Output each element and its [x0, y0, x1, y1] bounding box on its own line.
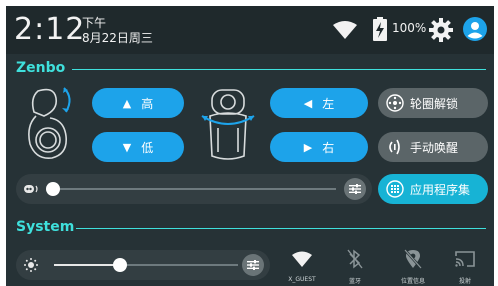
tile-bluetooth-label: 蓝牙: [348, 278, 361, 285]
volume-adjust-button[interactable]: [344, 178, 366, 200]
brightness-fill: [54, 264, 120, 266]
triangle-right-icon: ▶: [303, 140, 313, 154]
unlock-wheel-button[interactable]: 轮圈解锁: [378, 88, 488, 118]
volume-thumb[interactable]: [46, 182, 60, 196]
body-rotate-illustration-icon: [201, 89, 255, 160]
location-off-icon: [404, 249, 422, 269]
brightness-icon: [24, 258, 38, 272]
head-tilt-illustration-icon: [28, 87, 71, 160]
cast-icon: [455, 251, 475, 267]
bluetooth-off-icon: [347, 249, 363, 269]
tile-location[interactable]: 位置信息: [388, 246, 438, 286]
tile-bluetooth[interactable]: 蓝牙: [330, 246, 380, 286]
head-up-button[interactable]: ▲ 高: [92, 88, 184, 118]
gear-icon[interactable]: [429, 18, 453, 42]
wifi-icon: [292, 251, 312, 267]
triangle-down-icon: ▼: [122, 140, 132, 154]
quick-settings-panel: 2:12 下午 8月22日周三 100% Zenbo ▲ 高 ▼ 低 ◀ 左 ▶…: [6, 6, 494, 286]
clock: 2:12: [14, 12, 86, 47]
account-icon[interactable]: [463, 17, 487, 41]
battery-charging-icon: [373, 17, 387, 41]
zenbo-section-title: Zenbo: [16, 60, 66, 76]
triangle-left-icon: ◀: [303, 96, 313, 110]
date-label: 8月22日周三: [82, 31, 153, 45]
tile-cast[interactable]: 投射: [440, 246, 490, 286]
head-down-button[interactable]: ▼ 低: [92, 132, 184, 162]
turn-right-label: 右: [322, 140, 335, 155]
date-block: 下午 8月22日周三: [82, 16, 153, 46]
voice-wave-icon: [389, 139, 400, 155]
head-down-label: 低: [141, 140, 154, 155]
turn-right-button[interactable]: ▶ 右: [270, 132, 368, 162]
status-bar: 2:12 下午 8月22日周三 100%: [6, 6, 494, 54]
brightness-adjust-button[interactable]: [242, 254, 264, 276]
tile-location-label: 位置信息: [400, 278, 425, 285]
tile-cast-label: 投射: [458, 278, 471, 285]
brightness-thumb[interactable]: [113, 258, 127, 272]
tune-icon: [247, 260, 259, 270]
tile-wifi[interactable]: X_GUEST: [277, 246, 327, 286]
system-divider: [76, 228, 486, 229]
unlock-wheel-label: 轮圈解锁: [410, 96, 459, 111]
app-grid-icon: [386, 180, 404, 198]
apps-label: 应用程序集: [410, 182, 471, 197]
brightness-slider[interactable]: [16, 250, 270, 280]
manual-wake-button[interactable]: 手动唤醒: [378, 132, 488, 162]
triangle-up-icon: ▲: [122, 96, 132, 110]
system-section-title: System: [16, 219, 75, 235]
ampm-label: 下午: [82, 16, 107, 30]
turn-left-label: 左: [322, 96, 335, 111]
tune-icon: [349, 184, 361, 194]
turn-left-button[interactable]: ◀ 左: [270, 88, 368, 118]
zenbo-divider: [72, 69, 486, 70]
tile-wifi-label: X_GUEST: [288, 276, 316, 283]
battery-percent: 100%: [392, 21, 427, 35]
wheel-lock-icon: [386, 94, 404, 112]
manual-wake-label: 手动唤醒: [410, 140, 459, 155]
wifi-icon[interactable]: [332, 20, 358, 40]
zenbo-volume-slider[interactable]: [16, 174, 372, 204]
volume-track: [52, 188, 336, 190]
robot-speaker-icon: [24, 185, 38, 193]
apps-button[interactable]: 应用程序集: [378, 174, 488, 204]
head-up-label: 高: [141, 96, 154, 111]
